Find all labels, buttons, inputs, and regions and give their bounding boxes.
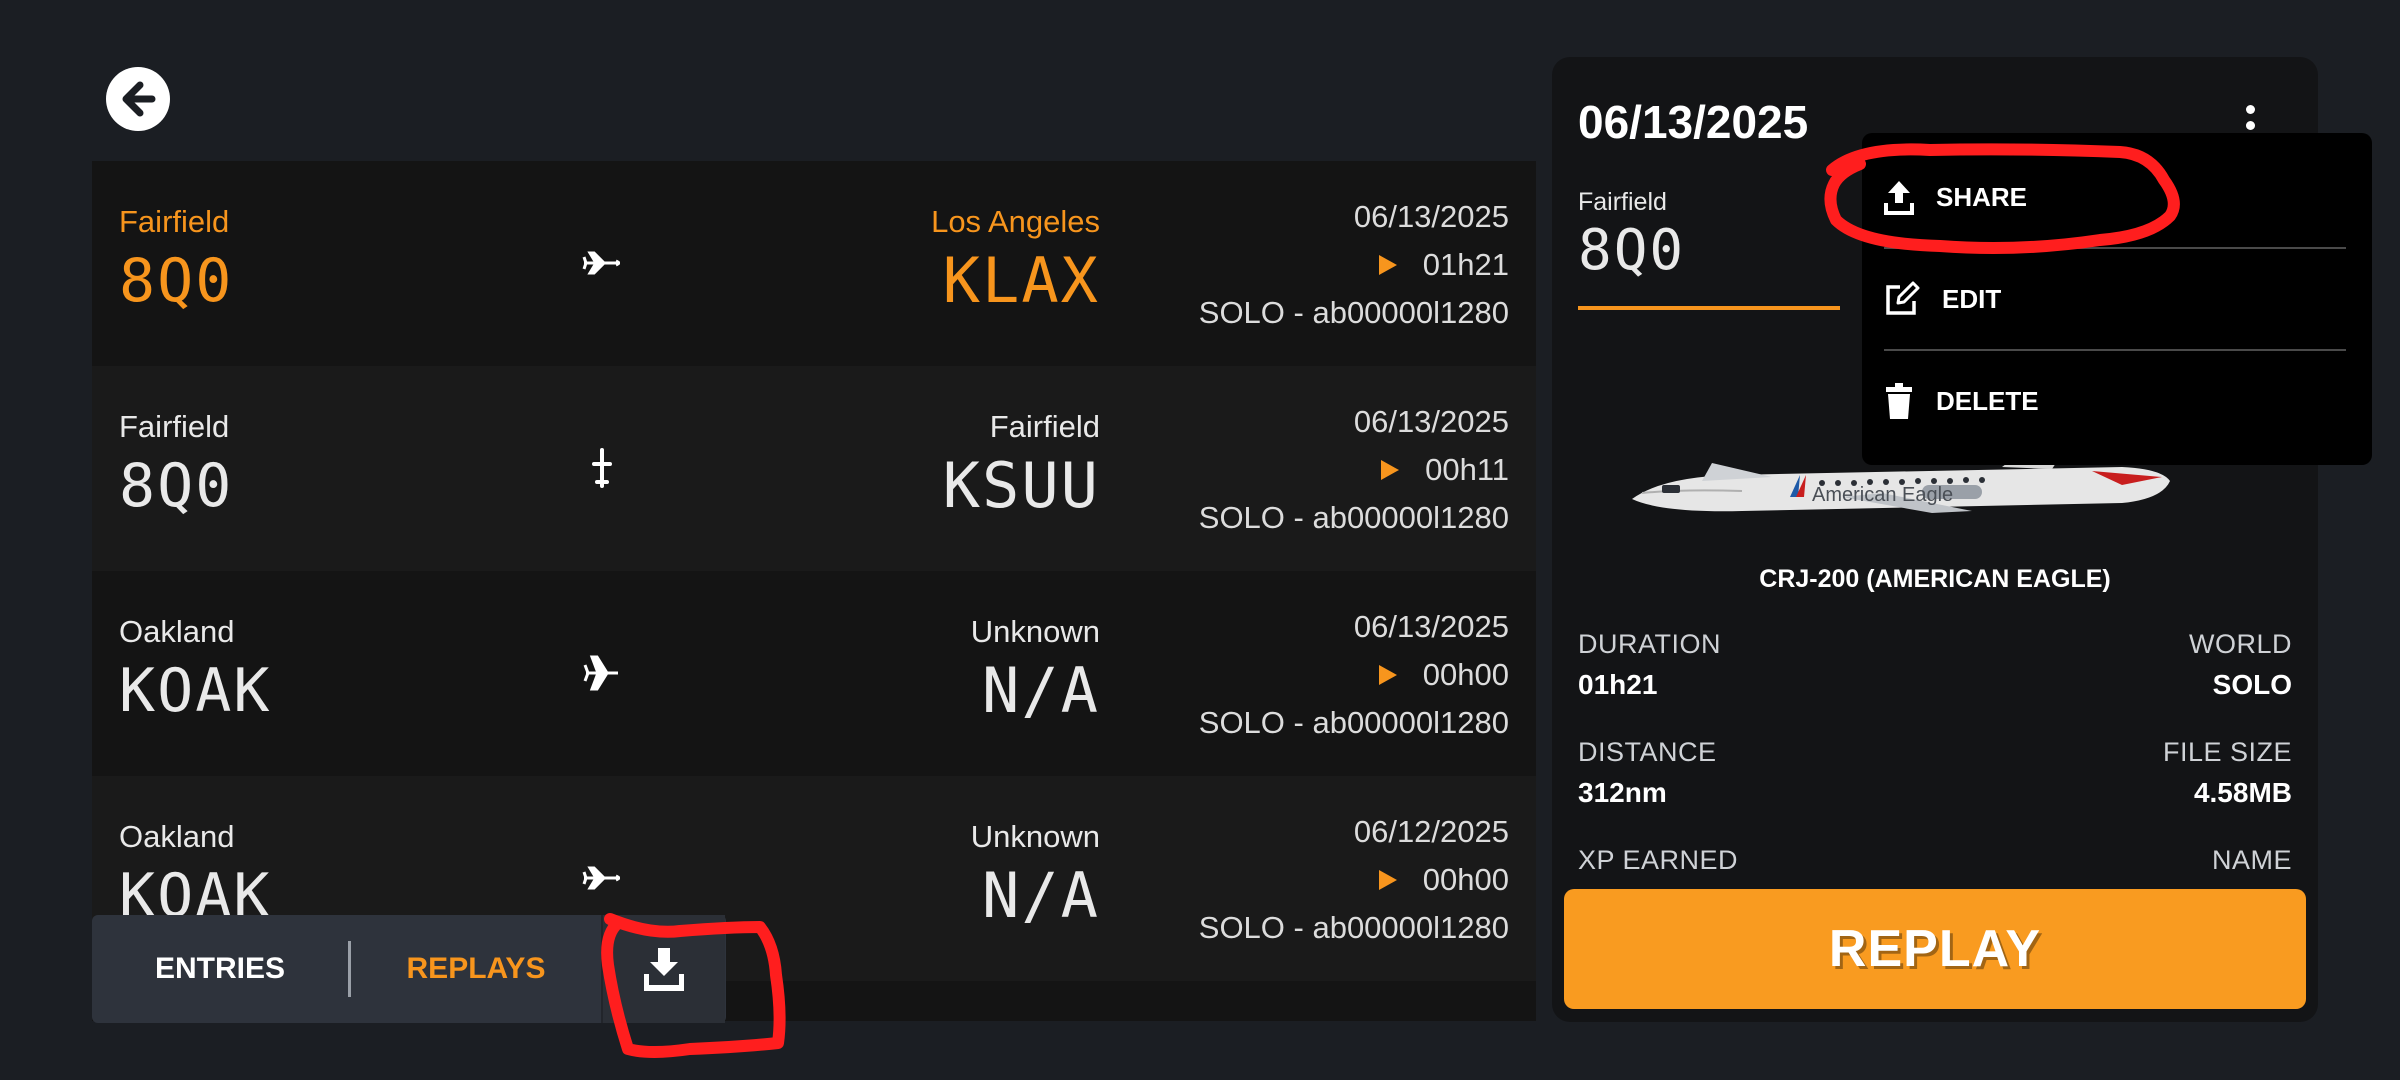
flight-row[interactable]: Fairfield 8Q0 Fairfield KSUU 06/13/2025 … — [92, 366, 1536, 571]
arrival: Unknown N/A — [971, 818, 1100, 932]
arrival-code: KLAX — [942, 244, 1100, 317]
flight-meta: 06/13/2025 01h21 SOLO - ab00000l1280 — [1199, 193, 1509, 337]
arrival-city: Los Angeles — [931, 204, 1100, 239]
departure: Fairfield 8Q0 — [119, 203, 233, 317]
flight-world: SOLO - ab00000l1280 — [1198, 910, 1509, 945]
flight-world: SOLO - ab00000l1280 — [1198, 500, 1509, 535]
play-icon[interactable] — [1378, 665, 1397, 685]
detail-departure-city: Fairfield — [1578, 188, 1667, 216]
duration-value: 01h21 — [1578, 669, 1658, 700]
departure: Oakland KOAK — [119, 613, 272, 727]
arrival: Los Angeles KLAX — [931, 203, 1100, 317]
replay-button[interactable]: REPLAY — [1564, 889, 2306, 1009]
download-button[interactable] — [601, 915, 725, 1023]
tab-replays[interactable]: REPLAYS — [351, 915, 601, 1023]
detail-departure-code: 8Q0 — [1578, 218, 1686, 283]
flight-date: 06/13/2025 — [1353, 609, 1509, 644]
aircraft-livery-text: American Eagle — [1812, 484, 1953, 506]
route-progress-bar — [1578, 306, 1840, 310]
edit-icon — [1886, 281, 1920, 315]
departure: Fairfield 8Q0 — [119, 408, 233, 522]
duration-label: DURATION — [1578, 629, 1721, 659]
arrow-left-icon — [122, 81, 156, 117]
download-icon — [644, 948, 684, 991]
flight-row[interactable]: Oakland KOAK Unknown N/A 06/13/2025 00h0… — [92, 571, 1536, 776]
tab-bar: ENTRIES REPLAYS — [92, 915, 726, 1023]
aircraft-name: CRJ-200 (AMERICAN EAGLE) — [1759, 565, 2111, 593]
flight-meta: 06/13/2025 00h11 SOLO - ab00000l1280 — [1199, 398, 1509, 542]
play-icon[interactable] — [1381, 460, 1400, 480]
distance-value: 312nm — [1578, 777, 1667, 808]
departure-code: KOAK — [119, 656, 272, 726]
departure-city: Fairfield — [119, 409, 230, 444]
departure-city: Fairfield — [119, 204, 230, 239]
share-menu-item[interactable]: SHARE — [1884, 147, 2346, 249]
filesize-value: 4.58MB — [2193, 777, 2292, 808]
xp-label: XP EARNED — [1578, 845, 1739, 875]
back-button[interactable] — [106, 67, 170, 131]
departure-code: 8Q0 — [119, 246, 234, 316]
arrival-code: N/A — [982, 859, 1100, 932]
flight-duration: 01h21 — [1422, 247, 1509, 282]
flight-list[interactable]: Fairfield 8Q0 Los Angeles KLAX 06/13/202… — [92, 161, 1536, 1025]
departure-city: Oakland — [119, 819, 235, 854]
detail-departure: Fairfield 8Q0 — [1578, 187, 1685, 283]
arrival-code: N/A — [982, 654, 1100, 727]
flight-date: 06/13/2025 — [1353, 199, 1509, 234]
arrival-code: KSUU — [942, 449, 1100, 522]
departure-code: 8Q0 — [119, 451, 234, 521]
flight-date: 06/13/2025 — [1353, 404, 1509, 439]
arrival-city: Fairfield — [989, 409, 1100, 444]
flight-date: 06/12/2025 — [1353, 814, 1509, 849]
world-value: SOLO — [2212, 669, 2292, 700]
flight-meta: 06/12/2025 00h00 SOLO - ab00000l1280 — [1199, 808, 1509, 952]
play-icon[interactable] — [1378, 255, 1397, 275]
airliner-icon — [582, 243, 622, 283]
share-icon — [1884, 181, 1914, 215]
flight-duration: 00h00 — [1422, 862, 1509, 897]
edit-label: EDIT — [1942, 283, 2002, 314]
flight-world: SOLO - ab00000l1280 — [1198, 705, 1509, 740]
airplane-icon — [582, 653, 622, 693]
name-label: NAME — [2211, 845, 2292, 875]
delete-menu-item[interactable]: DELETE — [1884, 351, 2346, 451]
arrival-city: Unknown — [970, 614, 1100, 649]
edit-menu-item[interactable]: EDIT — [1884, 249, 2346, 351]
flight-row[interactable]: Fairfield 8Q0 Los Angeles KLAX 06/13/202… — [92, 161, 1536, 366]
small-plane-icon — [582, 448, 622, 488]
detail-date: 06/13/2025 — [1578, 96, 1809, 148]
distance-label: DISTANCE — [1578, 737, 1717, 767]
tab-entries[interactable]: ENTRIES — [92, 915, 348, 1023]
arrival: Fairfield KSUU — [943, 408, 1100, 522]
flight-world: SOLO - ab00000l1280 — [1198, 295, 1509, 330]
world-label: WORLD — [2189, 629, 2292, 659]
share-label: SHARE — [1936, 181, 2028, 212]
play-icon[interactable] — [1378, 870, 1397, 890]
arrival: Unknown N/A — [971, 613, 1100, 727]
filesize-label: FILE SIZE — [2162, 737, 2292, 767]
airliner-icon — [582, 858, 622, 898]
flight-meta: 06/13/2025 00h00 SOLO - ab00000l1280 — [1199, 603, 1509, 747]
delete-label: DELETE — [1936, 385, 2039, 416]
options-menu: SHARE EDIT DELETE — [1862, 133, 2372, 465]
flight-duration: 00h11 — [1425, 452, 1509, 487]
departure-city: Oakland — [119, 614, 235, 649]
arrival-city: Unknown — [970, 819, 1100, 854]
trash-icon — [1886, 383, 1912, 419]
flight-duration: 00h00 — [1422, 657, 1509, 692]
